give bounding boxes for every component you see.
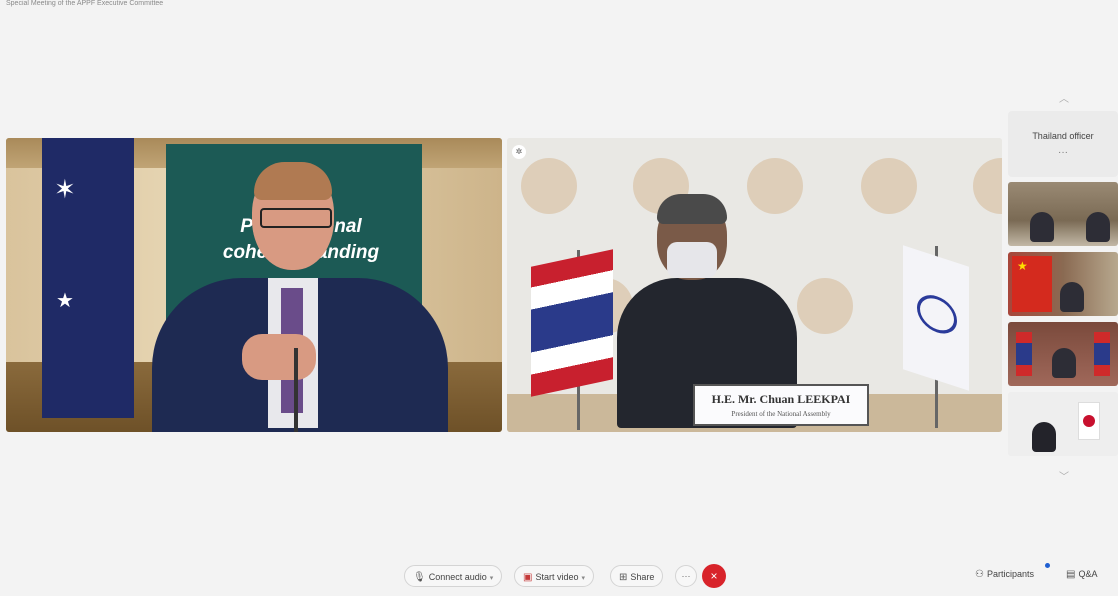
chevron-down-icon[interactable]: ▾: [581, 575, 585, 582]
start-video-label: Start video: [535, 572, 579, 582]
participants-label: Participants: [986, 569, 1034, 579]
nameplate-role: President of the National Assembly: [731, 410, 831, 418]
participants-button[interactable]: ⚇ Participants: [975, 569, 1034, 580]
share-button[interactable]: ⊞ Share: [610, 565, 664, 587]
glasses: [260, 208, 332, 228]
participant-figure: [1030, 212, 1054, 242]
nameplate: H.E. Mr. Chuan LEEKPAI President of the …: [693, 384, 869, 426]
participant-figure: [1052, 348, 1076, 378]
video-tile-right[interactable]: H.E. Mr. Chuan LEEKPAI President of the …: [507, 138, 1002, 432]
appf-logo: [917, 289, 957, 339]
camera-icon: ▣: [523, 572, 533, 583]
participant-thumbnail[interactable]: ★: [1008, 252, 1118, 316]
nameplate-name: H.E. Mr. Chuan LEEKPAI: [711, 392, 851, 406]
qa-button[interactable]: ▤ Q&A: [1066, 569, 1097, 580]
participant-thumbnail[interactable]: [1008, 182, 1118, 246]
chevron-down-icon[interactable]: ▾: [490, 575, 494, 582]
flag-star: ✶: [54, 174, 76, 204]
connect-audio-label: Connect audio: [428, 572, 487, 582]
australian-flag: ✶ ★: [42, 138, 134, 418]
participant-figure: [1086, 212, 1110, 242]
share-icon: ⊞: [619, 572, 628, 583]
participant-figure: [1032, 422, 1056, 452]
microphone-icon: 🎙: [413, 572, 426, 583]
chevron-up-icon[interactable]: ︿: [1058, 90, 1070, 105]
chevron-down-icon[interactable]: ﹀: [1058, 468, 1070, 483]
wall-emblem: [521, 158, 577, 214]
more-options-icon[interactable]: ···: [1008, 147, 1118, 158]
participant-thumbnail[interactable]: [1008, 392, 1118, 456]
participant-name: Thailand officer: [1032, 131, 1094, 141]
laos-flag: [1016, 332, 1032, 376]
video-tile-left[interactable]: ✶ ★ Promo gional cohesio standing: [6, 138, 502, 432]
more-button[interactable]: ···: [675, 565, 697, 587]
start-video-button[interactable]: ▣ Start video ▾: [514, 565, 594, 587]
pin-icon[interactable]: ✲: [512, 145, 526, 159]
participant-figure: [1060, 282, 1084, 312]
wall-emblem: [797, 278, 853, 334]
meeting-title: Special Meeting of the APPF Executive Co…: [6, 0, 164, 7]
participant-card[interactable]: Thailand officer ···: [1008, 111, 1118, 177]
speaker-hands: [242, 334, 316, 380]
share-label: Share: [630, 572, 655, 582]
leave-button[interactable]: ×: [702, 564, 726, 588]
qa-icon: ▤: [1066, 569, 1076, 580]
thai-flag: [531, 249, 613, 397]
laos-flag: [1094, 332, 1110, 376]
notification-dot: [1045, 563, 1050, 568]
speaker-hair: [657, 194, 727, 224]
wall-emblem: [747, 158, 803, 214]
flag-star: ★: [56, 290, 74, 312]
china-flag: ★: [1012, 256, 1052, 312]
qa-label: Q&A: [1078, 569, 1098, 579]
wall-emblem: [861, 158, 917, 214]
microphone-stand: [294, 348, 298, 432]
appf-flag: [903, 245, 969, 391]
participants-icon: ⚇: [975, 569, 984, 580]
connect-audio-button[interactable]: 🎙 Connect audio ▾: [404, 565, 503, 587]
japan-flag: [1078, 402, 1100, 440]
speaker-hair: [254, 162, 332, 200]
face-mask: [667, 242, 717, 278]
participant-thumbnail[interactable]: [1008, 322, 1118, 386]
